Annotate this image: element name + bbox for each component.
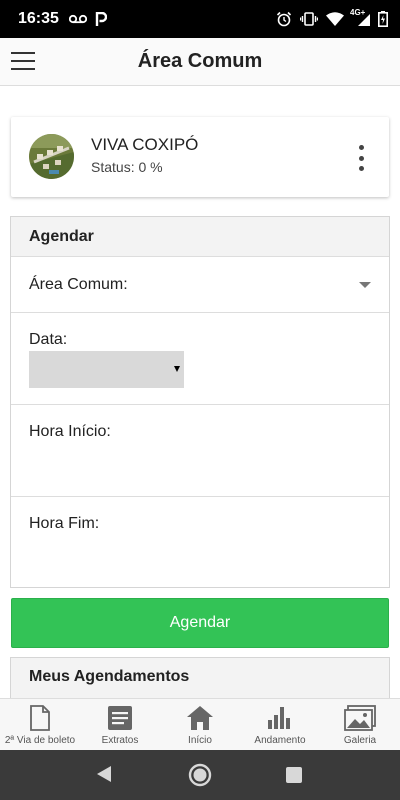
my-bookings-section: Meus Agendamentos — [10, 657, 390, 698]
nav-item-inicio[interactable]: Início — [160, 699, 240, 751]
alarm-icon — [276, 11, 292, 27]
bottom-nav: 2ª Via de boleto Extratos Início Andamen… — [0, 698, 400, 750]
back-icon[interactable] — [95, 764, 113, 789]
end-time-field[interactable]: Hora Fim: — [11, 497, 389, 589]
form-header: Agendar — [11, 217, 389, 257]
home-nav-icon[interactable] — [187, 762, 213, 793]
area-select[interactable]: Área Comum: — [11, 257, 389, 313]
status-time: 16:35 — [18, 10, 59, 27]
start-time-label: Hora Início: — [29, 423, 111, 440]
start-time-field[interactable]: Hora Início: — [11, 405, 389, 497]
wifi-icon — [326, 12, 344, 26]
area-label: Área Comum: — [29, 275, 128, 293]
project-status: Status: 0 % — [91, 159, 163, 175]
booking-form: Agendar Área Comum: Data: Hora Início: H… — [10, 216, 390, 588]
main-content[interactable]: VIVA COXIPÓ Status: 0 % Agendar Área Com… — [0, 86, 400, 698]
nav-label: Andamento — [254, 735, 306, 746]
project-avatar — [29, 134, 74, 179]
select-arrow-icon — [174, 366, 180, 372]
page-title: Área Comum — [137, 50, 263, 72]
project-name: VIVA COXIPÓ — [91, 135, 199, 154]
parking-icon — [95, 12, 107, 26]
dropdown-arrow-icon — [359, 282, 371, 288]
system-nav-bar — [0, 750, 400, 800]
battery-icon — [378, 11, 388, 27]
bar-chart-icon — [267, 704, 293, 732]
nav-item-andamento[interactable]: Andamento — [240, 699, 320, 751]
end-time-label: Hora Fim: — [29, 515, 100, 532]
gallery-icon — [344, 704, 376, 732]
document-icon — [29, 704, 51, 732]
date-select[interactable] — [29, 351, 184, 388]
schedule-button[interactable]: Agendar — [11, 598, 389, 648]
date-row: Data: — [11, 313, 389, 405]
more-vertical-icon[interactable] — [357, 145, 365, 171]
nav-label: Galeria — [343, 735, 377, 746]
nav-item-galeria[interactable]: Galeria — [320, 699, 400, 751]
project-card[interactable]: VIVA COXIPÓ Status: 0 % — [11, 117, 389, 197]
nav-item-boleto[interactable]: 2ª Via de boleto — [0, 699, 80, 751]
date-label: Data: — [29, 331, 68, 348]
nav-item-extratos[interactable]: Extratos — [80, 699, 160, 751]
home-icon — [186, 704, 214, 732]
app-bar: Área Comum — [0, 38, 400, 86]
list-icon — [107, 704, 133, 732]
nav-label: Extratos — [101, 735, 139, 746]
nav-label: 2ª Via de boleto — [4, 735, 76, 746]
nav-label: Início — [188, 735, 212, 746]
voicemail-icon — [68, 14, 87, 24]
signal-icon: 4G+ — [350, 8, 370, 26]
status-bar: 16:35 4G+ — [0, 0, 400, 38]
my-bookings-header: Meus Agendamentos — [29, 668, 190, 685]
network-type-label: 4G+ — [350, 8, 366, 17]
hamburger-menu-icon[interactable] — [11, 52, 35, 70]
recents-icon[interactable] — [285, 766, 303, 789]
vibrate-icon — [300, 12, 318, 26]
